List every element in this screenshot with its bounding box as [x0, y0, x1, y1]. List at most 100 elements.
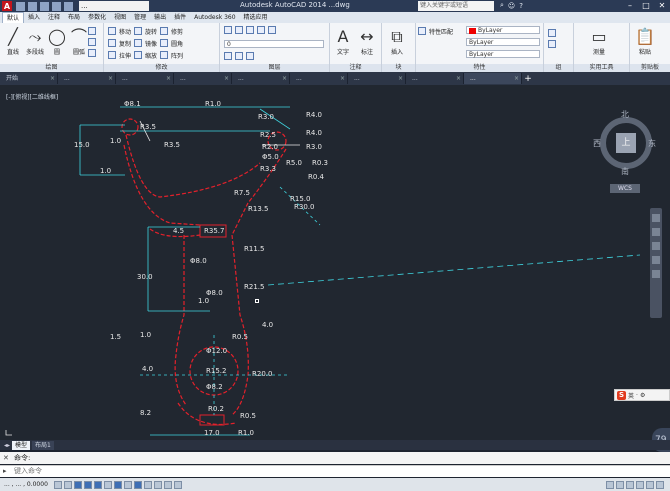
- cad-drawing[interactable]: [0, 85, 670, 440]
- redo-icon[interactable]: [64, 1, 73, 11]
- layer-lock-icon[interactable]: [246, 26, 254, 34]
- new-tab-button[interactable]: +: [522, 74, 534, 84]
- lock-ui-icon[interactable]: [636, 480, 644, 489]
- close-icon[interactable]: ✕: [656, 1, 668, 10]
- layer-freeze-icon[interactable]: [235, 26, 243, 34]
- viewcube[interactable]: 上 北 南 东 西: [593, 109, 656, 176]
- ducs-toggle[interactable]: [123, 480, 132, 489]
- pan-icon[interactable]: [652, 228, 660, 236]
- circle-button[interactable]: ◯ 圆: [46, 27, 68, 57]
- otrack-toggle[interactable]: [113, 480, 122, 489]
- ime-logo-icon[interactable]: S: [617, 390, 626, 400]
- ime-settings-icon[interactable]: ⚙: [640, 392, 645, 399]
- tab-manage[interactable]: 管理: [130, 12, 150, 23]
- close-tab-icon[interactable]: ×: [224, 73, 229, 84]
- ortho-toggle[interactable]: [73, 480, 82, 489]
- undo-icon[interactable]: [52, 1, 61, 11]
- move-icon[interactable]: [108, 27, 116, 35]
- layout1-tab[interactable]: 布局1: [32, 440, 54, 450]
- showmotion-icon[interactable]: [652, 270, 660, 278]
- groups-panel-title[interactable]: 组: [544, 64, 573, 72]
- close-tab-icon[interactable]: ×: [456, 73, 461, 84]
- tab-output[interactable]: 输出: [150, 12, 170, 23]
- transparency-toggle[interactable]: [153, 480, 162, 489]
- line-button[interactable]: ╱ 直线: [2, 27, 24, 57]
- annotation-panel-title[interactable]: 注释: [330, 64, 381, 72]
- minimize-icon[interactable]: –: [624, 1, 636, 10]
- command-input[interactable]: ▸ 键入命令: [0, 465, 670, 477]
- cursor-coordinates[interactable]: ... , ... , 0.0000: [4, 481, 48, 488]
- group-icon[interactable]: [548, 29, 556, 37]
- workspace-switch-icon[interactable]: [626, 480, 634, 489]
- layout-nav-arrows[interactable]: ◂▸: [4, 442, 10, 449]
- tab-annotate[interactable]: 注释: [44, 12, 64, 23]
- file-tab[interactable]: 开始 ×: [0, 73, 58, 84]
- polar-toggle[interactable]: [83, 480, 92, 489]
- selection-cycling-toggle[interactable]: [173, 480, 182, 489]
- layer-off-icon[interactable]: [257, 26, 265, 34]
- isolate-objects-icon[interactable]: [646, 480, 654, 489]
- user-icon[interactable]: ☺: [508, 2, 515, 10]
- color-dropdown[interactable]: ByLayer: [466, 26, 540, 34]
- gradient-icon[interactable]: [88, 49, 96, 57]
- file-tab[interactable]: ... ×: [58, 73, 116, 84]
- maximize-icon[interactable]: □: [640, 1, 652, 10]
- compass-west[interactable]: 西: [593, 138, 601, 149]
- polyline-button[interactable]: ⤳ 多段线: [24, 27, 46, 57]
- new-file-icon[interactable]: [16, 1, 25, 11]
- layers-panel-title[interactable]: 图层: [220, 64, 329, 72]
- lineweight-toggle[interactable]: [143, 480, 152, 489]
- compass-east[interactable]: 东: [648, 138, 656, 149]
- tab-insert[interactable]: 插入: [24, 12, 44, 23]
- file-tab[interactable]: ... ×: [348, 73, 406, 84]
- match-properties-icon[interactable]: [418, 27, 426, 35]
- close-tab-icon[interactable]: ×: [398, 73, 403, 84]
- file-tab[interactable]: ... ×: [406, 73, 464, 84]
- help-search-input[interactable]: 键入关键字或短语: [418, 1, 494, 11]
- quick-properties-toggle[interactable]: [163, 480, 172, 489]
- trim-icon[interactable]: [160, 27, 169, 35]
- model-tab[interactable]: 模型: [12, 440, 31, 450]
- draw-panel-title[interactable]: 绘图: [0, 64, 103, 72]
- save-icon[interactable]: [40, 1, 49, 11]
- stretch-icon[interactable]: [108, 51, 116, 59]
- tab-plugins[interactable]: 插件: [170, 12, 190, 23]
- clipboard-panel-title[interactable]: 剪贴板: [630, 64, 670, 72]
- close-tab-icon[interactable]: ×: [514, 73, 519, 84]
- tab-parametric[interactable]: 参数化: [84, 12, 110, 23]
- osnap-toggle[interactable]: [93, 480, 102, 489]
- fillet-icon[interactable]: [160, 39, 169, 47]
- hatch-icon[interactable]: [88, 38, 96, 46]
- close-tab-icon[interactable]: ×: [282, 73, 287, 84]
- arc-button[interactable]: ⌒ 圆弧: [68, 27, 90, 57]
- help-icon[interactable]: ?: [519, 2, 523, 10]
- scale-icon[interactable]: [134, 51, 143, 59]
- rotate-icon[interactable]: [134, 27, 143, 35]
- search-icon[interactable]: ⌕: [500, 1, 504, 10]
- rectangle-icon[interactable]: [88, 27, 96, 35]
- tab-layout[interactable]: 布局: [64, 12, 84, 23]
- ungroup-icon[interactable]: [548, 40, 556, 48]
- text-button[interactable]: A 文字: [332, 27, 354, 57]
- block-panel-title[interactable]: 块: [382, 64, 415, 72]
- close-tab-icon[interactable]: ×: [108, 73, 113, 84]
- modify-panel-title[interactable]: 修改: [104, 64, 219, 72]
- measure-button[interactable]: ▭ 测量: [588, 27, 610, 57]
- compass-south[interactable]: 南: [621, 166, 629, 177]
- app-menu-button[interactable]: A: [2, 1, 12, 11]
- lineweight-dropdown[interactable]: ByLayer: [466, 50, 540, 58]
- tab-autodesk-360[interactable]: Autodesk 360: [190, 12, 239, 23]
- file-tab[interactable]: ... ×: [232, 73, 290, 84]
- layer-previous-icon[interactable]: [224, 52, 232, 60]
- linetype-dropdown[interactable]: ByLayer: [466, 38, 540, 46]
- wcs-menu[interactable]: WCS: [610, 184, 640, 193]
- ime-punctuation-icon[interactable]: ·: [636, 392, 638, 399]
- viewcube-top-face[interactable]: 上: [616, 133, 636, 153]
- layer-properties-icon[interactable]: [224, 26, 232, 34]
- properties-panel-title[interactable]: 特性: [416, 64, 543, 72]
- compass-north[interactable]: 北: [621, 109, 629, 120]
- tab-featured-apps[interactable]: 精选应用: [240, 12, 272, 23]
- file-tab[interactable]: ... ×: [174, 73, 232, 84]
- clean-screen-icon[interactable]: [656, 480, 664, 489]
- close-tab-icon[interactable]: ×: [50, 73, 55, 84]
